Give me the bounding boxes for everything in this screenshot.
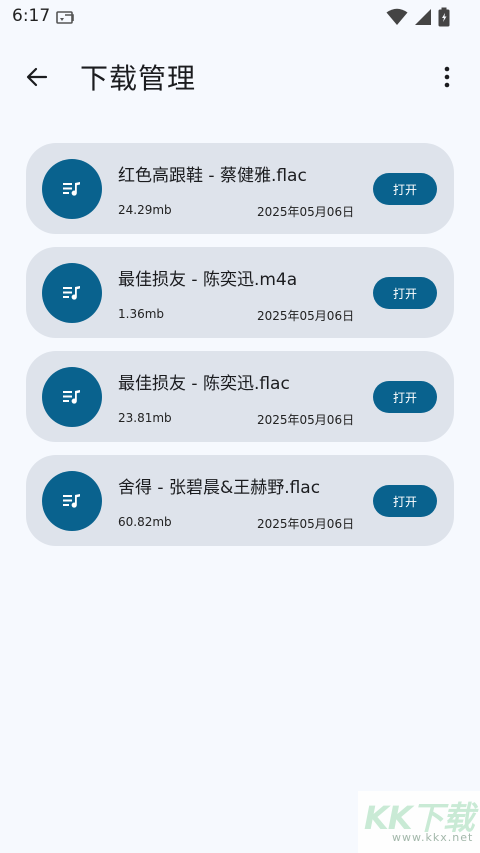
download-item[interactable]: 最佳损友 - 陈奕迅.m4a 1.36mb 2025年05月06日 打开 bbox=[26, 247, 454, 338]
track-thumbnail bbox=[42, 471, 102, 531]
arrow-left-icon bbox=[26, 67, 48, 87]
playlist-music-icon bbox=[63, 390, 80, 404]
wifi-icon bbox=[386, 8, 408, 30]
signal-icon bbox=[414, 8, 432, 30]
back-button[interactable] bbox=[20, 60, 54, 94]
status-time: 6:17 bbox=[12, 6, 51, 26]
file-size: 1.36mb bbox=[118, 307, 165, 321]
file-size: 23.81mb bbox=[118, 411, 172, 425]
playlist-music-icon bbox=[63, 494, 80, 508]
playlist-music-icon bbox=[63, 182, 80, 196]
download-date: 2025年05月06日 bbox=[257, 517, 355, 531]
watermark-url: www.kkx.net bbox=[392, 831, 474, 844]
file-name: 最佳损友 - 陈奕迅.flac bbox=[118, 374, 290, 394]
download-item[interactable]: 舍得 - 张碧晨&王赫野.flac 60.82mb 2025年05月06日 打开 bbox=[26, 455, 454, 546]
page-title: 下载管理 bbox=[80, 62, 197, 95]
download-date: 2025年05月06日 bbox=[257, 413, 355, 427]
file-name: 舍得 - 张碧晨&王赫野.flac bbox=[118, 478, 321, 498]
more-vertical-icon bbox=[444, 66, 450, 88]
track-thumbnail bbox=[42, 263, 102, 323]
open-button[interactable]: 打开 bbox=[373, 485, 437, 517]
file-name: 红色高跟鞋 - 蔡健雅.flac bbox=[118, 166, 307, 186]
playlist-music-icon bbox=[63, 286, 80, 300]
open-button[interactable]: 打开 bbox=[373, 277, 437, 309]
download-item[interactable]: 最佳损友 - 陈奕迅.flac 23.81mb 2025年05月06日 打开 bbox=[26, 351, 454, 442]
battery-icon bbox=[438, 7, 450, 31]
download-list: 红色高跟鞋 - 蔡健雅.flac 24.29mb 2025年05月06日 打开 … bbox=[26, 143, 454, 559]
file-size: 60.82mb bbox=[118, 515, 172, 529]
file-size: 24.29mb bbox=[118, 203, 172, 217]
status-icons bbox=[386, 7, 450, 31]
top-app-bar: 下载管理 bbox=[0, 44, 480, 108]
download-date: 2025年05月06日 bbox=[257, 205, 355, 219]
track-thumbnail bbox=[42, 159, 102, 219]
track-thumbnail bbox=[42, 367, 102, 427]
status-bar: 6:17 bbox=[0, 0, 480, 34]
download-date: 2025年05月06日 bbox=[257, 309, 355, 323]
watermark: KK下载 www.kkx.net bbox=[358, 791, 480, 853]
open-button[interactable]: 打开 bbox=[373, 381, 437, 413]
file-name: 最佳损友 - 陈奕迅.m4a bbox=[118, 270, 298, 290]
sim-card-icon bbox=[56, 9, 76, 29]
open-button[interactable]: 打开 bbox=[373, 173, 437, 205]
more-options-button[interactable] bbox=[430, 60, 464, 94]
download-item[interactable]: 红色高跟鞋 - 蔡健雅.flac 24.29mb 2025年05月06日 打开 bbox=[26, 143, 454, 234]
